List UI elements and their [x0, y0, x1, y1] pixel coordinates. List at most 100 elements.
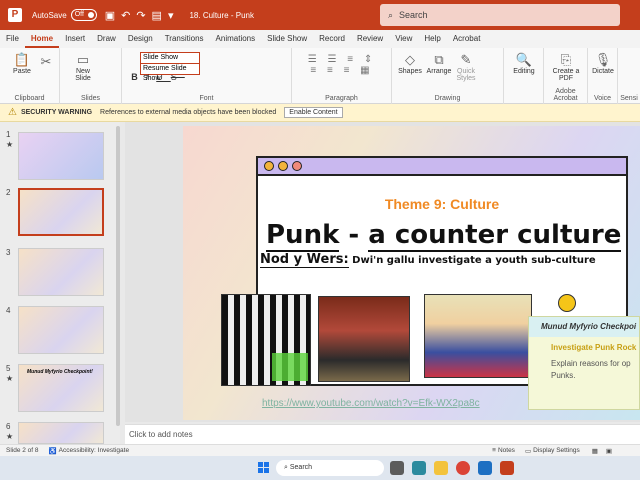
quick-access-toolbar[interactable]: ▣↶↷▤▾ — [105, 9, 180, 22]
accessibility-icon: ♿ — [48, 447, 57, 455]
thumb-number: 5 — [6, 364, 11, 373]
autosave-toggle[interactable]: Off — [70, 9, 97, 21]
security-warning-bar: ⚠ SECURITY WARNING References to externa… — [0, 104, 640, 122]
quick-styles-button[interactable]: ✎ Quick Styles — [454, 52, 478, 82]
thumb-number: 6 — [6, 422, 11, 431]
document-title[interactable]: 18. Culture - Punk — [189, 11, 253, 20]
punk-photo-2[interactable] — [318, 296, 410, 382]
checkpoint-box[interactable]: Munud Myfyrio Checkpoi Investigate Punk … — [528, 316, 640, 410]
thumb-number: 2 — [6, 188, 11, 197]
slide-thumbnail-4[interactable] — [18, 306, 104, 354]
pdf-icon: ⎘ — [560, 52, 572, 67]
search-icon: ⌕ — [388, 9, 394, 20]
tab-acrobat[interactable]: Acrobat — [447, 30, 487, 48]
tab-record[interactable]: Record — [313, 30, 351, 48]
new-slide-button[interactable]: ▭ New Slide — [70, 52, 96, 82]
ribbon-tabs: File Home Insert Draw Design Transitions… — [0, 30, 640, 48]
view-buttons[interactable]: ▦▣ — [592, 447, 620, 455]
sensitivity-label: Sensi — [620, 95, 638, 102]
display-settings-button[interactable]: Display Settings — [533, 447, 580, 454]
cut-icon[interactable]: ✂ — [38, 54, 54, 70]
tab-transitions[interactable]: Transitions — [159, 30, 210, 48]
thumb-number: 4 — [6, 306, 11, 315]
powerpoint-taskbar-icon[interactable] — [500, 461, 514, 475]
undo-icon[interactable]: ↶ — [121, 10, 136, 22]
slide-theme-heading[interactable]: Theme 9: Culture — [258, 196, 626, 212]
slide-subtitle[interactable]: Nod y Wers: Dwi'n gallu investigate a yo… — [260, 252, 596, 268]
notes-button[interactable]: Notes — [498, 447, 515, 454]
drawing-group: ◇ Shapes ⧉ Arrange ✎ Quick Styles Drawing — [392, 48, 504, 104]
clipboard-group: 📋 Paste ✂ Clipboard — [0, 48, 60, 104]
arrange-button[interactable]: ⧉ Arrange — [424, 52, 454, 75]
tab-animations[interactable]: Animations — [210, 30, 262, 48]
resume-slideshow-menu-item[interactable]: Resume Slide Show — [140, 64, 200, 82]
voice-group: 🎙 Dictate Voice — [588, 48, 618, 104]
tab-help[interactable]: Help — [418, 30, 446, 48]
window-title-bar — [258, 158, 626, 176]
tab-home[interactable]: Home — [24, 30, 60, 48]
tab-file[interactable]: File — [0, 30, 25, 48]
tab-view[interactable]: View — [389, 30, 418, 48]
windows-start-icon[interactable] — [258, 462, 269, 473]
acrobat-label: Adobe Acrobat — [553, 88, 578, 102]
slide-thumbnail-panel: 1 ★ 2 3 4 5 ★ Munud Myfyrio Checkpoint! … — [0, 122, 120, 444]
drawing-label: Drawing — [434, 95, 461, 102]
notes-pane[interactable]: Click to add notes — [125, 424, 640, 444]
create-pdf-button[interactable]: ⎘ Create a PDF — [548, 52, 584, 82]
thumbnail-scrollbar[interactable] — [116, 126, 120, 426]
acrobat-group: ⎘ Create a PDF Adobe Acrobat — [544, 48, 588, 104]
customize-icon[interactable]: ▾ — [168, 10, 180, 22]
display-icon: ▭ — [524, 447, 532, 455]
accessibility-status[interactable]: Accessibility: Investigate — [59, 447, 129, 454]
tab-slide-show[interactable]: Slide Show — [261, 30, 313, 48]
new-slide-icon: ▭ — [76, 52, 90, 67]
font-label: Font — [199, 95, 214, 102]
paste-button[interactable]: 📋 Paste — [8, 52, 36, 75]
tab-review[interactable]: Review — [351, 30, 389, 48]
task-view-icon[interactable] — [390, 461, 404, 475]
redo-icon[interactable]: ↷ — [136, 10, 151, 22]
paragraph-group: ☰ ☰ ≡ ⇕ ≡ ≡ ≡ ▦ Paragraph — [292, 48, 392, 104]
star-icon: ★ — [6, 374, 14, 383]
punk-photo-3[interactable] — [424, 294, 532, 378]
punk-photo-1[interactable] — [221, 294, 311, 386]
slide-thumbnail-2[interactable] — [18, 188, 104, 236]
paste-icon: 📋 — [13, 52, 31, 67]
checkpoint-title: Munud Myfyrio Checkpoi — [529, 317, 639, 337]
file-explorer-icon[interactable] — [434, 461, 448, 475]
dictate-button[interactable]: 🎙 Dictate — [590, 52, 616, 75]
clipboard-label: Clipboard — [14, 95, 45, 102]
slide-thumbnail-3[interactable] — [18, 248, 104, 296]
youtube-link[interactable]: https://www.youtube.com/watch?v=Efk-WX2p… — [262, 398, 480, 409]
thumb-number: 3 — [6, 248, 11, 257]
tab-draw[interactable]: Draw — [91, 30, 122, 48]
slide-thumbnail-6[interactable] — [18, 422, 104, 444]
paragraph-icons[interactable]: ☰ ☰ ≡ ⇕ ≡ ≡ ≡ ▦ — [298, 54, 386, 76]
cartoon-bee-icon — [552, 290, 582, 316]
tab-insert[interactable]: Insert — [59, 30, 91, 48]
slideshow-icon[interactable]: ▤ — [152, 10, 168, 22]
slide-title[interactable]: Punk - a counter culture — [266, 220, 622, 252]
editing-button[interactable]: 🔍 Editing — [508, 52, 540, 75]
security-title: SECURITY WARNING — [20, 109, 93, 116]
slide-thumbnail-1[interactable] — [18, 132, 104, 180]
shapes-button[interactable]: ◇ Shapes — [396, 52, 424, 75]
security-message: References to external media objects hav… — [100, 109, 277, 116]
powerpoint-icon: P — [8, 8, 22, 22]
thumb-number: 1 — [6, 130, 11, 139]
search-box[interactable]: ⌕ Search — [380, 4, 620, 26]
edge-icon[interactable] — [412, 461, 426, 475]
enable-content-button[interactable]: Enable Content — [284, 107, 343, 118]
slide-thumbnail-5[interactable]: Munud Myfyrio Checkpoint! — [18, 364, 104, 412]
save-icon[interactable]: ▣ — [105, 10, 121, 22]
checkpoint-text: Explain reasons for op Punks. — [551, 359, 631, 380]
shapes-icon: ◇ — [405, 52, 415, 67]
tab-design[interactable]: Design — [122, 30, 159, 48]
outlook-icon[interactable] — [478, 461, 492, 475]
taskbar-search[interactable]: ⌕ Search — [276, 460, 384, 476]
star-icon: ★ — [6, 140, 14, 149]
font-name-box[interactable]: Slide Show — [140, 52, 200, 64]
window-dot-icon — [278, 161, 288, 171]
chrome-icon[interactable] — [456, 461, 470, 475]
slides-label: Slides — [80, 95, 101, 102]
